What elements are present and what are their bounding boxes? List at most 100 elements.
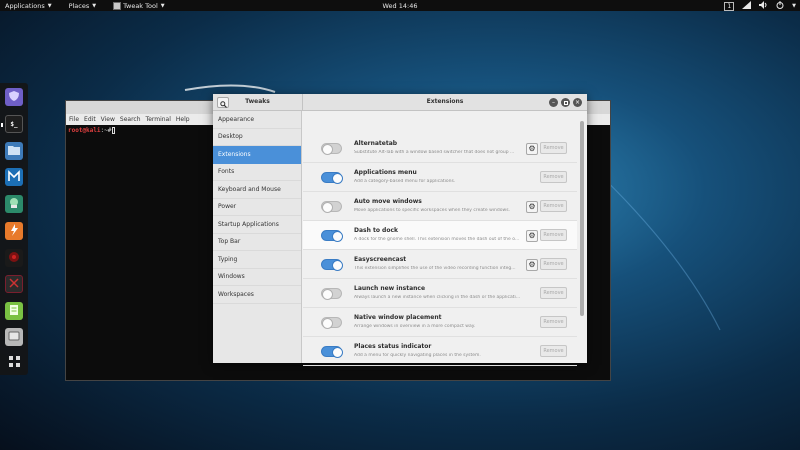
extension-toggle[interactable] (321, 288, 342, 300)
extension-description: Move applications to specific workspaces… (354, 208, 510, 213)
gear-icon: ⚙ (528, 260, 536, 269)
power-icon (776, 1, 784, 11)
dock-item-metasploit[interactable] (5, 168, 23, 186)
terminal-menu-file[interactable]: File (69, 116, 79, 123)
chevron-down-icon: ▼ (47, 2, 52, 9)
extension-row-native-window-placement[interactable]: Native window placement Arrange windows … (303, 308, 577, 337)
network-icon (742, 1, 752, 11)
maximize-button[interactable] (561, 98, 570, 107)
dock-item-terminal[interactable]: $_ (1, 115, 23, 133)
extension-toggle[interactable] (321, 317, 342, 329)
extension-remove-button[interactable]: Remove (540, 258, 567, 270)
tweak-tool-icon (113, 1, 122, 10)
grid-icon (8, 355, 20, 369)
workspace-indicator[interactable]: 1 (724, 1, 735, 11)
extension-row-auto-move-windows[interactable]: Auto move windows Move applications to s… (303, 192, 577, 221)
minimize-button[interactable]: – (549, 98, 558, 107)
sidebar-item-power[interactable]: Power (213, 199, 301, 216)
extension-remove-button[interactable]: Remove (540, 171, 567, 183)
metasploit-icon (8, 170, 20, 184)
sidebar-item-windows[interactable]: Windows (213, 269, 301, 286)
close-icon: × (574, 98, 581, 106)
chevron-down-icon: ▼ (792, 3, 796, 9)
dock-item-show-apps[interactable] (5, 353, 23, 371)
extension-toggle[interactable] (321, 172, 343, 184)
extension-remove-button[interactable]: Remove (540, 142, 567, 154)
extension-description: Substitute Alt-Tab with a window based s… (354, 150, 515, 155)
dock-item-notes[interactable] (5, 302, 23, 320)
terminal-menu-help[interactable]: Help (176, 116, 190, 123)
app-icon (8, 277, 20, 291)
terminal-menu-view[interactable]: View (101, 116, 115, 123)
extension-row-easyscreencast[interactable]: Easyscreencast This extension simplifies… (303, 250, 577, 279)
extension-remove-button[interactable]: Remove (540, 229, 567, 241)
status-area[interactable]: 1 ▼ (724, 1, 796, 11)
terminal-menu-search[interactable]: Search (120, 116, 141, 123)
extension-remove-button[interactable]: Remove (540, 200, 567, 212)
extension-settings-button[interactable]: ⚙ (526, 143, 538, 155)
extension-toggle[interactable] (321, 259, 343, 271)
tweak-tool-window[interactable]: Tweaks Extensions – × Appearance Desktop… (213, 94, 587, 366)
app-menu-label: Tweak Tool (123, 1, 158, 10)
terminal-menu-edit[interactable]: Edit (84, 116, 96, 123)
terminal-menu-terminal[interactable]: Terminal (146, 116, 171, 123)
sidebar-item-workspaces[interactable]: Workspaces (213, 286, 301, 304)
extension-row-applications-menu[interactable]: Applications menu Add a category-based m… (303, 163, 577, 192)
dock-item-app-1[interactable] (5, 88, 23, 106)
dock-item-app-7[interactable] (5, 249, 23, 267)
dock-item-app-8[interactable] (5, 275, 23, 293)
extension-settings-button[interactable]: ⚙ (526, 201, 538, 213)
terminal-icon: $_ (10, 120, 18, 128)
gear-icon: ⚙ (528, 231, 536, 240)
burpsuite-icon (8, 224, 20, 238)
extension-toggle[interactable] (321, 346, 343, 358)
extension-toggle[interactable] (321, 230, 343, 242)
extension-name: Dash to dock (354, 227, 399, 234)
volume-icon (759, 1, 768, 11)
dock-item-files[interactable] (5, 142, 23, 160)
extension-row-places-status-indicator[interactable]: Places status indicator Add a menu for q… (303, 337, 577, 366)
sidebar-item-top-bar[interactable]: Top Bar (213, 234, 301, 251)
extension-remove-button[interactable]: Remove (540, 316, 567, 328)
maximize-icon (563, 100, 568, 105)
extensions-list: Alternatetab Substitute Alt-Tab with a w… (303, 111, 587, 366)
page-title: Extensions (426, 98, 464, 105)
sidebar-item-extensions[interactable]: Extensions (213, 146, 301, 164)
sidebar-item-startup-applications[interactable]: Startup Applications (213, 216, 301, 234)
app-menu[interactable]: Tweak Tool ▼ (113, 1, 165, 10)
terminal-cursor (112, 127, 116, 134)
prompt-user: root@kali (68, 127, 101, 134)
dock-item-app-10[interactable] (5, 328, 23, 346)
extension-settings-button[interactable]: ⚙ (526, 230, 538, 242)
prompt-path: :~# (100, 127, 112, 134)
dock-item-armitage[interactable] (5, 195, 23, 213)
tweak-tool-headerbar[interactable]: Tweaks Extensions – × (213, 94, 587, 111)
applications-menu[interactable]: Applications ▼ (5, 2, 52, 10)
search-button[interactable] (217, 97, 229, 108)
extension-name: Auto move windows (354, 198, 422, 205)
extension-name: Native window placement (354, 314, 442, 321)
extension-row-launch-new-instance[interactable]: Launch new instance Always launch a new … (303, 279, 577, 308)
extension-row-dash-to-dock[interactable]: Dash to dock A dock for the gnome shell.… (303, 221, 577, 250)
extension-description: Add a category-based menu for applicatio… (354, 179, 456, 184)
scrollbar-thumb[interactable] (580, 121, 584, 316)
sidebar-item-appearance[interactable]: Appearance (213, 111, 301, 129)
extension-settings-button[interactable]: ⚙ (526, 259, 538, 271)
extension-toggle[interactable] (321, 143, 342, 155)
sidebar-item-keyboard-and-mouse[interactable]: Keyboard and Mouse (213, 181, 301, 199)
extension-toggle[interactable] (321, 201, 342, 213)
shield-logo-icon (8, 90, 20, 104)
search-icon (219, 93, 227, 112)
places-menu[interactable]: Places ▼ (69, 2, 97, 10)
sidebar-item-fonts[interactable]: Fonts (213, 164, 301, 181)
folder-icon (8, 145, 20, 157)
dock-item-burpsuite[interactable] (5, 222, 23, 240)
sidebar-item-desktop[interactable]: Desktop (213, 129, 301, 146)
sidebar-item-typing[interactable]: Typing (213, 251, 301, 269)
extension-name: Places status indicator (354, 343, 432, 350)
extension-remove-button[interactable]: Remove (540, 287, 567, 299)
close-button[interactable]: × (573, 98, 582, 107)
extension-remove-button[interactable]: Remove (540, 345, 567, 357)
extension-row-alternatetab[interactable]: Alternatetab Substitute Alt-Tab with a w… (303, 134, 577, 163)
extension-description: A dock for the gnome shell. This extensi… (354, 237, 520, 242)
